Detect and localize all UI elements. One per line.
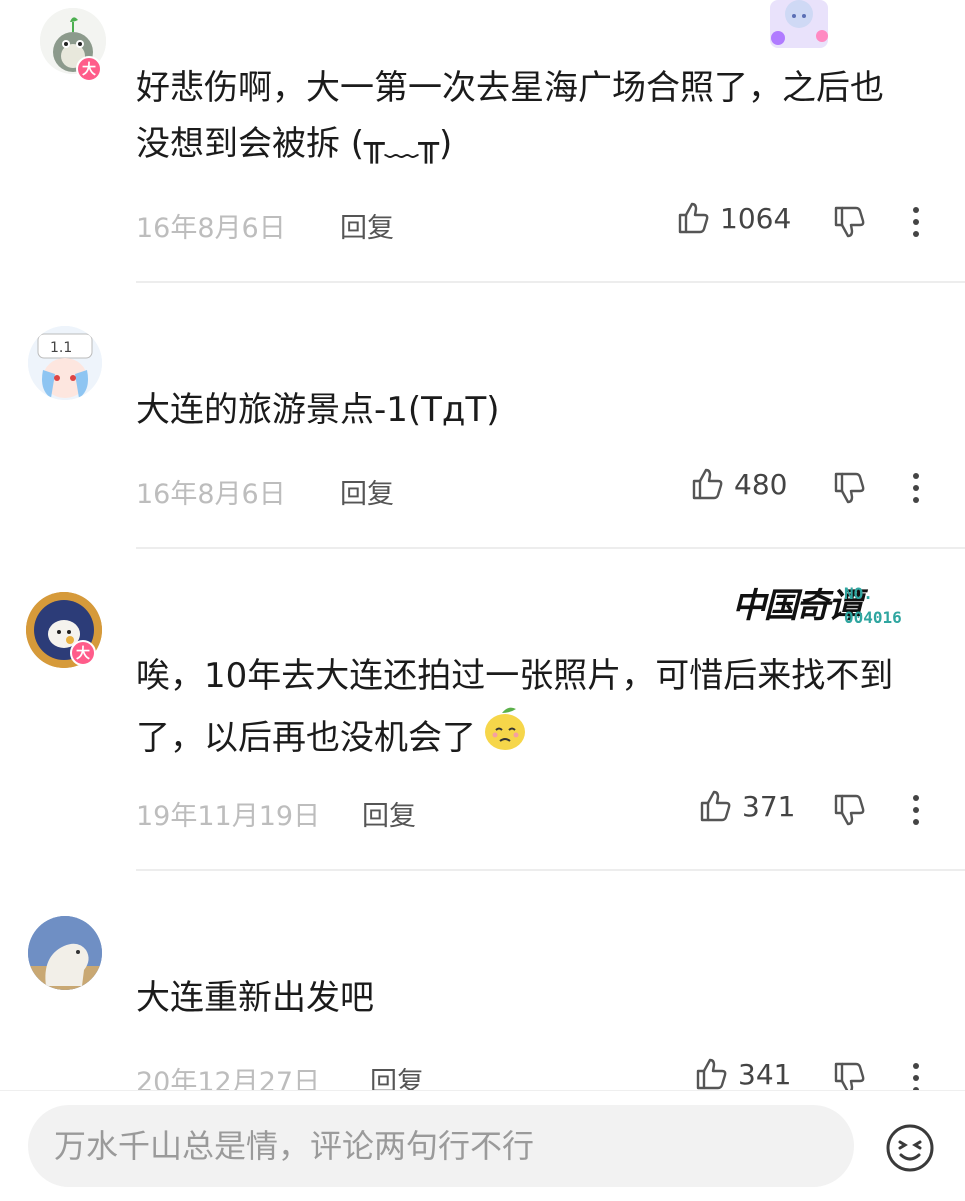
comment-date: 19年11月19日 xyxy=(136,801,321,832)
comment-item: 1.1 大连的旅游景点-1(TдT) 16年8月6日 回复 480 xyxy=(0,282,965,548)
level-badge: 大 xyxy=(76,56,102,82)
like-count: 480 xyxy=(734,467,788,501)
fan-medal-badge: 中国奇谭 NO. 004016 xyxy=(732,576,932,636)
avatar[interactable]: 1.1 xyxy=(28,326,102,400)
thumbs-down-icon xyxy=(832,204,868,240)
dislike-button[interactable] xyxy=(832,204,868,240)
like-count: 371 xyxy=(742,789,796,823)
dislike-button[interactable] xyxy=(832,792,868,828)
badge-number: 004016 xyxy=(844,608,902,627)
comment-text: 大连重新出发吧 xyxy=(136,970,936,1026)
more-button[interactable] xyxy=(906,204,926,240)
thumbs-down-icon xyxy=(832,792,868,828)
avatar[interactable] xyxy=(28,916,102,990)
thumbs-up-icon xyxy=(698,788,734,824)
sad-lemon-emoji xyxy=(480,704,530,771)
like-button[interactable]: 480 xyxy=(690,466,787,502)
comment-text: 好悲伤啊，大一第一次去星海广场合照了，之后也 没想到会被拆 (╥﹏╥) xyxy=(136,60,936,172)
reply-button[interactable]: 回复 xyxy=(340,472,394,511)
like-button[interactable]: 1064 xyxy=(676,200,791,236)
thumbs-up-icon xyxy=(676,200,712,236)
svg-text:1.1: 1.1 xyxy=(50,340,72,356)
thumbs-down-icon xyxy=(832,470,868,506)
comment-text-line: 好悲伤啊，大一第一次去星海广场合照了，之后也 xyxy=(136,68,884,108)
comment-item: 大连重新出发吧 20年12月27日 回复 341 xyxy=(0,870,965,1098)
thumbs-up-icon xyxy=(694,1056,730,1092)
comment-input[interactable] xyxy=(28,1105,854,1187)
like-button[interactable]: 371 xyxy=(698,788,795,824)
comment-text-line: 大连的旅游景点-1(TдT) xyxy=(136,390,500,430)
more-button[interactable] xyxy=(906,470,926,506)
comment-text-line-wrap: 了，以后再也没机会了 xyxy=(136,704,936,771)
reply-button[interactable]: 回复 xyxy=(340,206,394,245)
more-vertical-icon xyxy=(906,470,926,506)
comment-text: 唉，10年去大连还拍过一张照片，可惜后来找不到 了，以后再也没机会了 xyxy=(136,648,936,771)
like-count: 341 xyxy=(738,1057,792,1091)
comment-date: 16年8月6日 xyxy=(136,479,286,510)
like-count: 1064 xyxy=(720,201,792,235)
like-button[interactable]: 341 xyxy=(694,1056,791,1092)
comment-text-line: 没想到会被拆 (╥﹏╥) xyxy=(136,124,453,164)
dislike-button[interactable] xyxy=(832,470,868,506)
comment-text-line: 了，以后再也没机会了 xyxy=(136,717,476,758)
comment-text-line: 唉，10年去大连还拍过一张照片，可惜后来找不到 xyxy=(136,656,894,696)
more-vertical-icon xyxy=(906,204,926,240)
level-badge: 大 xyxy=(70,640,96,666)
comment-item: 大 中国奇谭 NO. 004016 唉，10年去大连还拍过一张照片，可惜后来找不… xyxy=(0,548,965,870)
comment-text-line: 大连重新出发吧 xyxy=(136,978,374,1018)
more-button[interactable] xyxy=(906,792,926,828)
badge-number-label: NO. xyxy=(844,584,873,603)
comment-date: 16年8月6日 xyxy=(136,213,286,244)
emoji-button[interactable] xyxy=(884,1122,936,1179)
comment-item: 大 好悲伤啊，大一第一次去星海广场合照了，之后也 没想到会被拆 (╥﹏╥) 16… xyxy=(0,0,965,282)
more-vertical-icon xyxy=(906,792,926,828)
comment-input-bar xyxy=(0,1090,965,1201)
emoji-face-icon xyxy=(884,1124,936,1178)
user-decoration-badge xyxy=(766,0,832,55)
reply-button[interactable]: 回复 xyxy=(362,794,416,833)
badge-title: 中国奇谭 xyxy=(732,586,862,626)
thumbs-up-icon xyxy=(690,466,726,502)
comment-text: 大连的旅游景点-1(TдT) xyxy=(136,382,936,438)
